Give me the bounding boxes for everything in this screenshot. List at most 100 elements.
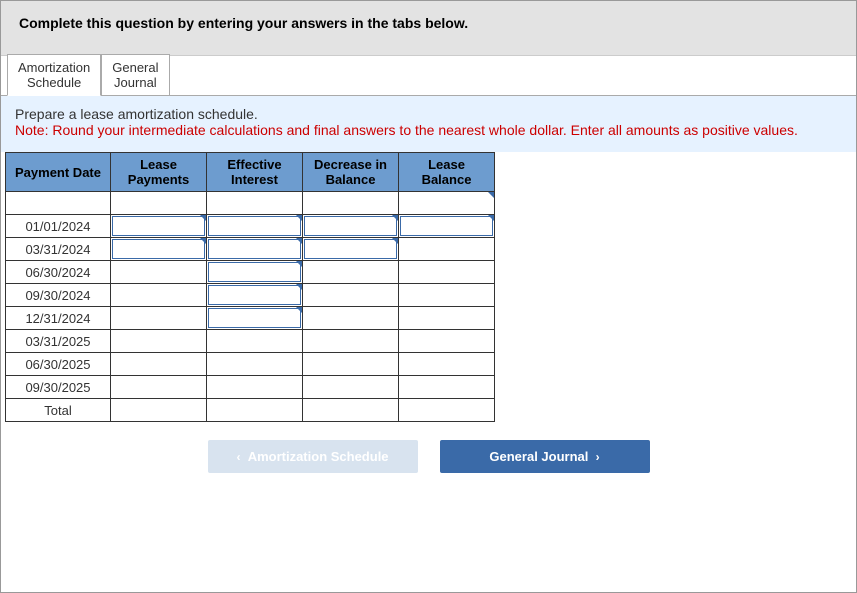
table-row: 09/30/2025 [6,376,495,399]
input-cell[interactable] [111,215,207,238]
date-cell [6,192,111,215]
expand-corner-icon [296,215,302,221]
input-cell[interactable] [303,215,399,238]
input-cell[interactable] [207,284,303,307]
col-lease-payments: Lease Payments [111,153,207,192]
input-cell[interactable] [303,330,399,353]
input-cell[interactable] [399,399,495,422]
input-cell[interactable] [207,215,303,238]
col-effective-interest: Effective Interest [207,153,303,192]
active-input-outline [304,239,397,259]
input-cell[interactable] [111,284,207,307]
next-label: General Journal [489,449,588,464]
tab-line1: Amortization [18,60,90,75]
date-cell: 06/30/2025 [6,353,111,376]
chevron-right-icon: › [596,450,600,464]
input-cell[interactable] [111,330,207,353]
date-cell: 01/01/2024 [6,215,111,238]
chevron-left-icon: ‹ [236,450,240,464]
active-input-outline [112,239,205,259]
tabs-row: Amortization Schedule General Journal [1,56,856,96]
active-input-outline [208,285,301,305]
active-input-outline [304,216,397,236]
date-cell: 03/31/2025 [6,330,111,353]
input-cell[interactable] [399,192,495,215]
expand-corner-icon [200,238,206,244]
input-cell[interactable] [207,307,303,330]
expand-corner-icon [392,215,398,221]
expand-corner-icon [296,238,302,244]
input-cell[interactable] [207,330,303,353]
prev-button[interactable]: ‹ Amortization Schedule [208,440,418,473]
input-cell[interactable] [303,399,399,422]
tab-line1: General [112,60,158,75]
tab-general-journal[interactable]: General Journal [101,54,169,96]
date-cell: Total [6,399,111,422]
input-cell[interactable] [399,261,495,284]
date-cell: 09/30/2024 [6,284,111,307]
input-cell[interactable] [303,238,399,261]
input-cell[interactable] [111,261,207,284]
expand-corner-icon [296,284,302,290]
input-cell[interactable] [303,284,399,307]
input-cell[interactable] [111,353,207,376]
input-cell[interactable] [111,399,207,422]
input-cell[interactable] [207,238,303,261]
date-cell: 09/30/2025 [6,376,111,399]
input-cell[interactable] [399,330,495,353]
active-input-outline [208,216,301,236]
col-lease-balance: Lease Balance [399,153,495,192]
expand-corner-icon [488,215,494,221]
input-cell[interactable] [111,376,207,399]
table-row: 09/30/2024 [6,284,495,307]
nav-buttons: ‹ Amortization Schedule General Journal … [1,440,856,473]
input-cell[interactable] [207,261,303,284]
instruction-text: Complete this question by entering your … [19,15,468,31]
input-cell[interactable] [111,238,207,261]
input-cell[interactable] [399,238,495,261]
col-payment-date: Payment Date [6,153,111,192]
input-cell[interactable] [303,307,399,330]
prev-label: Amortization Schedule [248,449,389,464]
tab-line2: Schedule [27,75,81,90]
instruction-banner: Complete this question by entering your … [1,1,856,56]
input-cell[interactable] [207,399,303,422]
input-cell[interactable] [207,376,303,399]
active-input-outline [400,216,493,236]
table-row [6,192,495,215]
input-cell[interactable] [399,215,495,238]
expand-corner-icon [392,238,398,244]
table-row: 06/30/2024 [6,261,495,284]
date-cell: 12/31/2024 [6,307,111,330]
input-cell[interactable] [399,307,495,330]
table-row: 03/31/2024 [6,238,495,261]
tab-amortization-schedule[interactable]: Amortization Schedule [7,54,101,96]
table-row: 12/31/2024 [6,307,495,330]
input-cell[interactable] [399,284,495,307]
table-row: 03/31/2025 [6,330,495,353]
input-cell[interactable] [399,353,495,376]
amortization-table: Payment Date Lease Payments Effective In… [5,152,495,422]
col-decrease-balance: Decrease in Balance [303,153,399,192]
date-cell: 06/30/2024 [6,261,111,284]
input-cell[interactable] [111,307,207,330]
input-cell[interactable] [399,376,495,399]
note-line1: Prepare a lease amortization schedule. [15,106,842,122]
next-button[interactable]: General Journal › [440,440,650,473]
input-cell[interactable] [111,192,207,215]
table-row: 06/30/2025 [6,353,495,376]
input-cell[interactable] [207,192,303,215]
input-cell[interactable] [303,261,399,284]
active-input-outline [112,216,205,236]
input-cell[interactable] [303,376,399,399]
note-line2: Note: Round your intermediate calculatio… [15,122,842,138]
expand-corner-icon [488,192,494,198]
active-input-outline [208,239,301,259]
expand-corner-icon [296,261,302,267]
table-row: 01/01/2024 [6,215,495,238]
date-cell: 03/31/2024 [6,238,111,261]
active-input-outline [208,308,301,328]
input-cell[interactable] [303,192,399,215]
input-cell[interactable] [303,353,399,376]
input-cell[interactable] [207,353,303,376]
